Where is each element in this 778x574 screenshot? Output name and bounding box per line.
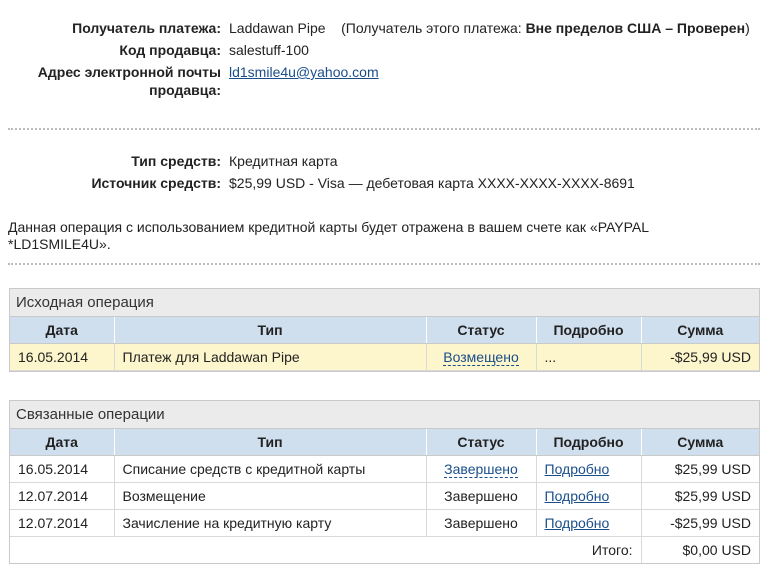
row-amount: $25,99 USD [641,482,759,510]
row-details: ... [536,343,642,371]
original-transaction-panel: Исходная операция Дата Тип Статус Подроб… [9,288,760,372]
details-link[interactable]: Подробно [545,461,610,477]
payee-value: Laddawan Pipe (Получатель этого платежа:… [225,18,770,40]
related-transactions-title: Связанные операции [10,401,759,429]
row-amount: -$25,99 USD [641,509,759,537]
divider [8,128,760,130]
col-status-header: Статус [426,317,537,344]
table-row: 12.07.2014 Возмещение Завершено Подробно… [10,482,759,510]
total-label: Итого: [10,536,642,563]
funding-type-value: Кредитная карта [229,153,338,169]
seller-code-label: Код продавца: [119,42,221,58]
details-link[interactable]: Подробно [545,488,610,504]
status-refunded-link[interactable]: Возмещено [443,349,519,366]
divider [8,263,760,265]
row-date: 16.05.2014 [10,455,115,483]
original-transaction-title: Исходная операция [10,289,759,317]
related-transactions-table: Дата Тип Статус Подробно Сумма 16.05.201… [10,429,759,563]
funding-info-table: Тип средств: Кредитная карта Источник ср… [0,151,770,195]
table-row: 12.07.2014 Зачисление на кредитную карту… [10,509,759,537]
status-completed-link[interactable]: Завершено [444,461,518,478]
seller-email-link[interactable]: ld1smile4u@yahoo.com [229,64,379,80]
funding-source-label: Источник средств: [91,175,221,191]
row-date: 12.07.2014 [10,509,115,537]
row-status: Завершено [426,509,537,537]
col-type-header: Тип [114,317,427,344]
payment-info-table: Получатель платежа: Laddawan Pipe (Получ… [0,18,770,102]
payee-note-prefix: (Получатель этого платежа: [341,20,526,36]
seller-code-value: salestuff-100 [229,42,309,58]
col-status-header: Статус [426,429,537,456]
col-date-header: Дата [10,429,115,456]
payee-label: Получатель платежа: [72,20,221,36]
row-type: Платеж для Laddawan Pipe [114,343,427,371]
seller-email-label: Адрес электронной почты продавца: [37,64,221,98]
row-date: 12.07.2014 [10,482,115,510]
col-type-header: Тип [114,429,427,456]
table-row: 16.05.2014 Платеж для Laddawan Pipe Возм… [10,343,759,371]
col-amount-header: Сумма [641,317,759,344]
row-amount: $25,99 USD [641,455,759,483]
row-date: 16.05.2014 [10,343,115,371]
related-transactions-panel: Связанные операции Дата Тип Статус Подро… [9,400,760,564]
total-row: Итого: $0,00 USD [10,536,759,563]
row-type: Возмещение [114,482,427,510]
row-type: Списание средств с кредитной карты [114,455,427,483]
details-link[interactable]: Подробно [545,515,610,531]
original-transaction-table: Дата Тип Статус Подробно Сумма 16.05.201… [10,317,759,371]
funding-source-value: $25,99 USD - Visa — дебетовая карта XXXX… [229,175,635,191]
funding-type-label: Тип средств: [131,153,221,169]
col-date-header: Дата [10,317,115,344]
col-details-header: Подробно [536,317,642,344]
payee-note-suffix: ) [745,20,750,36]
col-details-header: Подробно [536,429,642,456]
statement-note: Данная операция с использованием кредитн… [8,219,649,252]
row-status: Завершено [426,482,537,510]
total-value: $0,00 USD [682,542,751,558]
payee-status: Вне пределов США – Проверен [525,20,746,36]
payee-name: Laddawan Pipe [229,20,326,36]
col-amount-header: Сумма [641,429,759,456]
row-type: Зачисление на кредитную карту [114,509,427,537]
table-row: 16.05.2014 Списание средств с кредитной … [10,455,759,483]
row-amount: -$25,99 USD [641,343,759,371]
